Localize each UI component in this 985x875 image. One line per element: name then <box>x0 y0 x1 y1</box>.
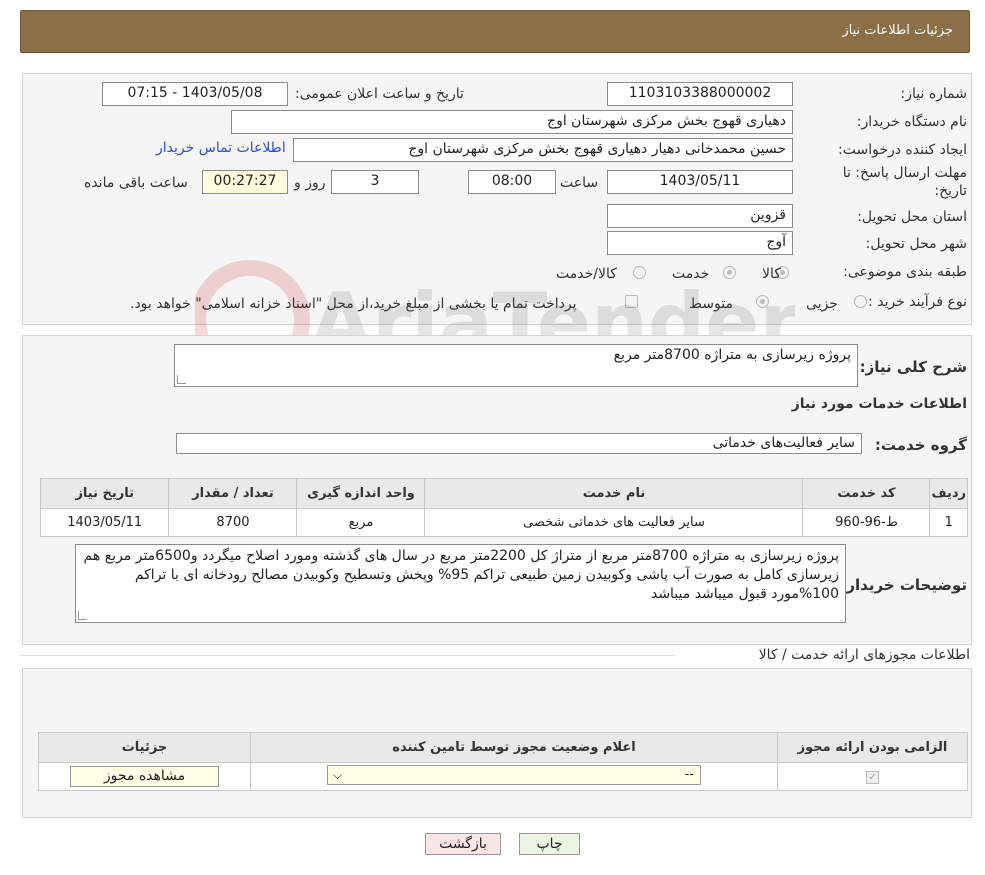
deadline-label: مهلت ارسال پاسخ: تا <box>842 165 967 181</box>
permit-status-select[interactable]: ⌵ -- <box>327 764 701 785</box>
permits-title: اطلاعات مجوزهای ارائه خدمت / کالا <box>758 647 970 663</box>
permits-table-header: الزامی بودن ارائه مجوز اعلام وضعیت مجوز … <box>38 732 968 763</box>
announce-field: 1403/05/08 - 07:15 <box>102 82 288 106</box>
cell-permit-details: مشاهده مجوز <box>38 762 251 791</box>
view-permit-button[interactable]: مشاهده مجوز <box>70 766 219 787</box>
services-table: ردیف کد خدمت نام خدمت واحد اندازه گیری ت… <box>39 478 968 537</box>
col-service-name: نام خدمت <box>424 478 804 509</box>
cell-permit-status: ⌵ -- <box>250 762 778 791</box>
table-row: 1 ط-96-960 سایر فعالیت های خدماتی شخصی م… <box>39 508 968 537</box>
page-title: جزئیات اطلاعات نیاز <box>842 23 953 38</box>
buyer-notes-field: پروژه زیرسازی به متراژه 8700متر مربع از … <box>75 544 846 623</box>
payment-note: پرداخت تمام یا بخشی از مبلغ خرید،از محل … <box>130 296 577 312</box>
deadline-label-2: تاریخ: <box>934 183 967 199</box>
need-number-label: شماره نیاز: <box>900 86 968 102</box>
category-radio-goods-service[interactable] <box>633 266 646 279</box>
time-label: ساعت <box>560 175 599 191</box>
cell-unit: مربع <box>296 508 426 537</box>
services-title: اطلاعات خدمات مورد نیاز <box>791 396 967 412</box>
process-option-medium: متوسط <box>689 296 733 312</box>
cell-service-name: سایر فعالیت های خدماتی شخصی <box>424 508 804 537</box>
print-button[interactable]: چاپ <box>519 833 580 855</box>
col-need-date: تاریخ نیاز <box>39 478 170 509</box>
select-chevron-icon: ⌵ <box>333 767 343 782</box>
need-number-field: 1103103388000002 <box>607 82 793 106</box>
buyer-notes-text: پروژه زیرسازی به متراژه 8700متر مربع از … <box>83 548 839 602</box>
col-service-code: کد خدمت <box>802 478 931 509</box>
process-radio-medium[interactable] <box>756 295 769 308</box>
description-field: پروژه زیرسازی به متراژه 8700متر مربع <box>174 344 858 387</box>
remaining-time-field: 00:27:27 <box>202 170 288 194</box>
service-group-field: سایر فعالیت‌های خدماتی <box>176 433 862 454</box>
process-radio-minor[interactable] <box>854 295 867 308</box>
cell-need-date: 1403/05/11 <box>39 508 170 537</box>
buyer-notes-label: توضیحات خریدار: <box>840 576 967 594</box>
col-unit: واحد اندازه گیری <box>296 478 426 509</box>
buyer-org-label: نام دستگاه خریدار: <box>856 114 967 130</box>
creator-label: ایجاد کننده درخواست: <box>838 142 967 158</box>
category-option-goods: کالا <box>762 266 781 282</box>
table-row: ✓ ⌵ -- مشاهده مجوز <box>38 762 968 791</box>
col-permit-details: جزئیات <box>38 732 251 763</box>
permits-divider <box>20 655 675 656</box>
resize-grip-icon[interactable] <box>78 611 87 620</box>
remaining-label: ساعت باقی مانده <box>84 175 188 191</box>
permit-required-checkbox: ✓ <box>866 771 879 784</box>
province-label: استان محل تحویل: <box>857 209 967 225</box>
province-field: قزوین <box>607 204 793 228</box>
description-text: پروژه زیرسازی به متراژه 8700متر مربع <box>613 347 851 363</box>
col-quantity: تعداد / مقدار <box>168 478 298 509</box>
cell-service-code: ط-96-960 <box>802 508 931 537</box>
cell-permit-required: ✓ <box>777 762 968 791</box>
deadline-date-field: 1403/05/11 <box>607 170 793 194</box>
buyer-org-field: دهیاری قهوج بخش مرکزی شهرستان اوج <box>231 110 793 134</box>
back-button[interactable]: بازگشت <box>425 833 501 855</box>
col-permit-required: الزامی بودن ارائه مجوز <box>777 732 968 763</box>
process-option-minor: جزیی <box>806 296 838 312</box>
services-table-header: ردیف کد خدمت نام خدمت واحد اندازه گیری ت… <box>39 478 968 509</box>
cell-quantity: 8700 <box>168 508 298 537</box>
permit-status-value: -- <box>684 766 694 782</box>
city-field: آوج <box>607 231 793 255</box>
col-permit-status: اعلام وضعیت مجوز توسط تامین کننده <box>250 732 778 763</box>
days-label: روز و <box>294 175 326 191</box>
col-row: ردیف <box>929 478 968 509</box>
process-label: نوع فرآیند خرید : <box>868 294 967 310</box>
service-group-label: گروه خدمت: <box>874 436 967 454</box>
resize-grip-icon[interactable] <box>177 375 186 384</box>
description-label: شرح کلی نیاز: <box>859 358 967 376</box>
city-label: شهر محل تحویل: <box>865 236 967 252</box>
category-option-goods-service: کالا/خدمت <box>556 266 617 282</box>
contact-buyer-link[interactable]: اطلاعات تماس خریدار <box>156 140 286 156</box>
category-radio-service[interactable] <box>723 266 736 279</box>
category-option-service: خدمت <box>672 266 710 282</box>
announce-label: تاریخ و ساعت اعلان عمومی: <box>295 86 464 102</box>
category-label: طبقه بندی موضوعی: <box>843 264 967 280</box>
deadline-time-field: 08:00 <box>468 170 556 194</box>
permits-table: الزامی بودن ارائه مجوز اعلام وضعیت مجوز … <box>38 732 968 791</box>
creator-field: حسین محمدخانی دهیار دهیاری قهوج بخش مرکز… <box>293 138 793 162</box>
days-field: 3 <box>331 170 419 194</box>
cell-row: 1 <box>929 508 968 537</box>
page-header: جزئیات اطلاعات نیاز <box>20 10 970 53</box>
payment-checkbox[interactable] <box>625 295 638 308</box>
